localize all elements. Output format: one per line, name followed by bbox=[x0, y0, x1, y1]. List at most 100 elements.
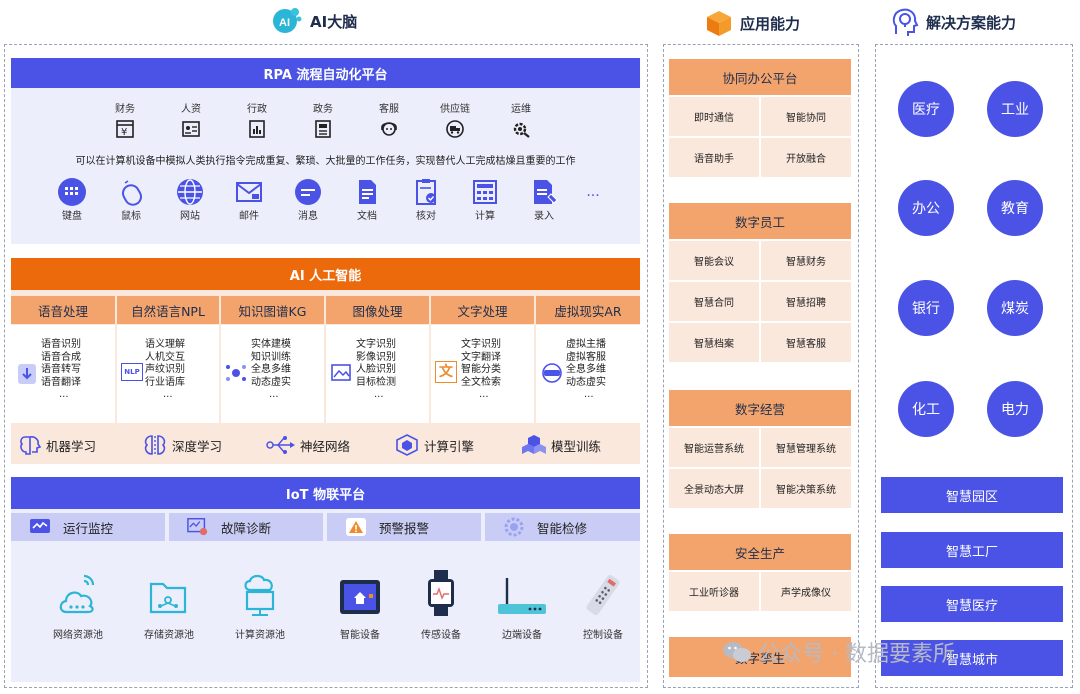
router-icon bbox=[494, 568, 550, 618]
app-cell: 智慧财务 bbox=[761, 241, 851, 280]
text-char-icon: 文 bbox=[435, 361, 457, 383]
app-capability-header: 应用能力 bbox=[704, 8, 800, 38]
document-edit-icon bbox=[529, 177, 559, 207]
network-nodes-icon bbox=[226, 365, 246, 381]
rpa-departments: 财务 ¥ 人资 行政 政务 客服 供应链 运维 bbox=[98, 100, 548, 140]
ai-col-2-body: 实体建模 知识训练 全息多维 动态虚实 ... bbox=[221, 325, 324, 423]
ml-deep-learning: 深度学习 bbox=[142, 433, 222, 457]
nlp-icon: NLP bbox=[121, 363, 143, 381]
cube-network-icon bbox=[396, 434, 418, 456]
ai-col-0-title: 语音处理 bbox=[11, 296, 115, 324]
industry-circle: 化工 bbox=[898, 381, 954, 437]
app-capability-title: 应用能力 bbox=[740, 14, 801, 33]
dept-hr: 人资 bbox=[164, 100, 218, 140]
yen-doc-icon: ¥ bbox=[114, 118, 136, 140]
device-edge: 边端设备 bbox=[490, 568, 554, 641]
industry-circle: 煤炭 bbox=[987, 280, 1043, 336]
rpa-flow: 键盘 鼠标 网站 邮件 消息 文档 核对 计算 录入 ... bbox=[52, 177, 603, 222]
ai-col-3-body: 文字识别 影像识别 人脸识别 目标检测 ... bbox=[326, 325, 429, 423]
globe-icon bbox=[175, 177, 205, 207]
flow-keyboard: 键盘 bbox=[52, 177, 92, 222]
smartwatch-icon bbox=[424, 568, 458, 618]
flow-mouse: 鼠标 bbox=[111, 177, 151, 222]
cloud-computer-icon bbox=[238, 568, 282, 618]
head-bulb-icon bbox=[892, 8, 919, 36]
calculator-icon bbox=[470, 177, 500, 207]
message-icon bbox=[293, 177, 323, 207]
ai-brain-header: AI AI大脑 bbox=[270, 5, 357, 37]
iot-tab-monitoring[interactable]: 运行监控 bbox=[11, 513, 165, 541]
ai-col-5-items: 虚拟主播 虚拟客服 全息多维 动态虚实 ... bbox=[566, 339, 606, 400]
brain-circuit-icon bbox=[144, 435, 166, 455]
dept-supply-chain: 供应链 bbox=[428, 100, 482, 140]
neural-network-icon bbox=[266, 436, 295, 454]
device-storage-pool: 存储资源池 bbox=[137, 568, 201, 641]
voice-download-icon bbox=[18, 364, 36, 384]
remote-control-icon bbox=[578, 568, 628, 618]
ai-col-0-items: 语音识别 语音合成 语音转写 语音翻译 ... bbox=[41, 339, 81, 400]
ml-model-training: 模型训练 bbox=[521, 433, 601, 457]
rpa-description: 可以在计算机设备中模拟人类执行指令完成重复、繁琐、大批量的工作任务，实现替代人工… bbox=[75, 156, 576, 167]
id-card-icon bbox=[180, 118, 202, 140]
app-group-digital-staff-title: 数字员工 bbox=[669, 203, 851, 239]
cubes-icon bbox=[522, 435, 546, 454]
app-cell: 语音助手 bbox=[669, 138, 759, 177]
industry-circle: 办公 bbox=[898, 180, 954, 236]
keyboard-icon bbox=[57, 177, 87, 207]
app-cell: 工业听诊器 bbox=[669, 572, 759, 611]
smart-home-tablet-icon bbox=[336, 568, 384, 618]
ai-col-0-body: 语音识别 语音合成 语音转写 语音翻译 ... bbox=[11, 325, 115, 423]
device-smart: 智能设备 bbox=[328, 568, 392, 641]
folder-network-icon bbox=[147, 568, 191, 618]
chart-doc-icon bbox=[246, 118, 268, 140]
ai-brain-title: AI大脑 bbox=[310, 12, 358, 31]
svg-text:¥: ¥ bbox=[121, 127, 127, 138]
ai-title-bar: AI 人工智能 bbox=[11, 258, 640, 290]
ai-col-2-items: 实体建模 知识训练 全息多维 动态虚实 ... bbox=[251, 339, 291, 400]
device-control: 控制设备 bbox=[571, 568, 635, 641]
ai-col-4-items: 文字识别 文字翻译 智能分类 全文检索 ... bbox=[461, 339, 501, 400]
app-cell: 智慧管理系统 bbox=[761, 428, 851, 467]
iot-tab-maintenance[interactable]: 智能检修 bbox=[485, 513, 640, 541]
clipboard-check-icon bbox=[411, 177, 441, 207]
ml-machine-learning: 机器学习 bbox=[18, 433, 96, 457]
iot-title-bar: IoT 物联平台 bbox=[11, 477, 640, 509]
ml-compute-engine: 计算引擎 bbox=[394, 433, 474, 457]
app-group-safety-title: 安全生产 bbox=[669, 534, 851, 570]
wechat-icon bbox=[723, 642, 751, 662]
app-cell: 智能会议 bbox=[669, 241, 759, 280]
document-blue-icon bbox=[352, 177, 382, 207]
rpa-title-bar: RPA 流程自动化平台 bbox=[11, 58, 640, 88]
dept-finance: 财务 ¥ bbox=[114, 104, 136, 140]
vr-headset-icon bbox=[542, 363, 562, 383]
email-icon bbox=[234, 177, 264, 207]
flow-input: 录入 bbox=[524, 177, 564, 222]
monitor-icon bbox=[29, 517, 51, 537]
flow-website: 网站 bbox=[170, 177, 210, 222]
headset-icon bbox=[378, 118, 400, 140]
app-group-collab-title: 协同办公平台 bbox=[669, 59, 851, 95]
smart-solution-bar: 智慧医疗 bbox=[881, 586, 1063, 622]
iot-tab-diagnosis[interactable]: 故障诊断 bbox=[169, 513, 323, 541]
document-icon bbox=[312, 118, 334, 140]
ai-col-3-items: 文字识别 影像识别 人脸识别 目标检测 ... bbox=[356, 339, 396, 400]
flow-check: 核对 bbox=[406, 177, 446, 222]
maintenance-gear-icon bbox=[503, 517, 525, 537]
app-cell: 全景动态大屏 bbox=[669, 469, 759, 508]
ai-col-3-title: 图像处理 bbox=[326, 296, 429, 324]
app-cell: 智慧客服 bbox=[761, 323, 851, 362]
app-cell: 智慧合同 bbox=[669, 282, 759, 321]
app-cell: 开放融合 bbox=[761, 138, 851, 177]
iot-tab-warning[interactable]: 预警报警 bbox=[327, 513, 481, 541]
ai-col-1-title: 自然语言NPL bbox=[117, 296, 219, 324]
app-cell: 声学成像仪 bbox=[761, 572, 851, 611]
svg-text:AI: AI bbox=[279, 17, 290, 29]
solution-title: 解决方案能力 bbox=[926, 13, 1017, 32]
industry-circle: 工业 bbox=[987, 81, 1043, 137]
ai-col-4-title: 文字处理 bbox=[431, 296, 534, 324]
flow-email: 邮件 bbox=[229, 177, 269, 222]
mouse-icon bbox=[116, 177, 146, 207]
truck-circle-icon bbox=[444, 118, 466, 140]
flow-document: 文档 bbox=[347, 177, 387, 222]
device-compute-pool: 计算资源池 bbox=[228, 568, 292, 641]
